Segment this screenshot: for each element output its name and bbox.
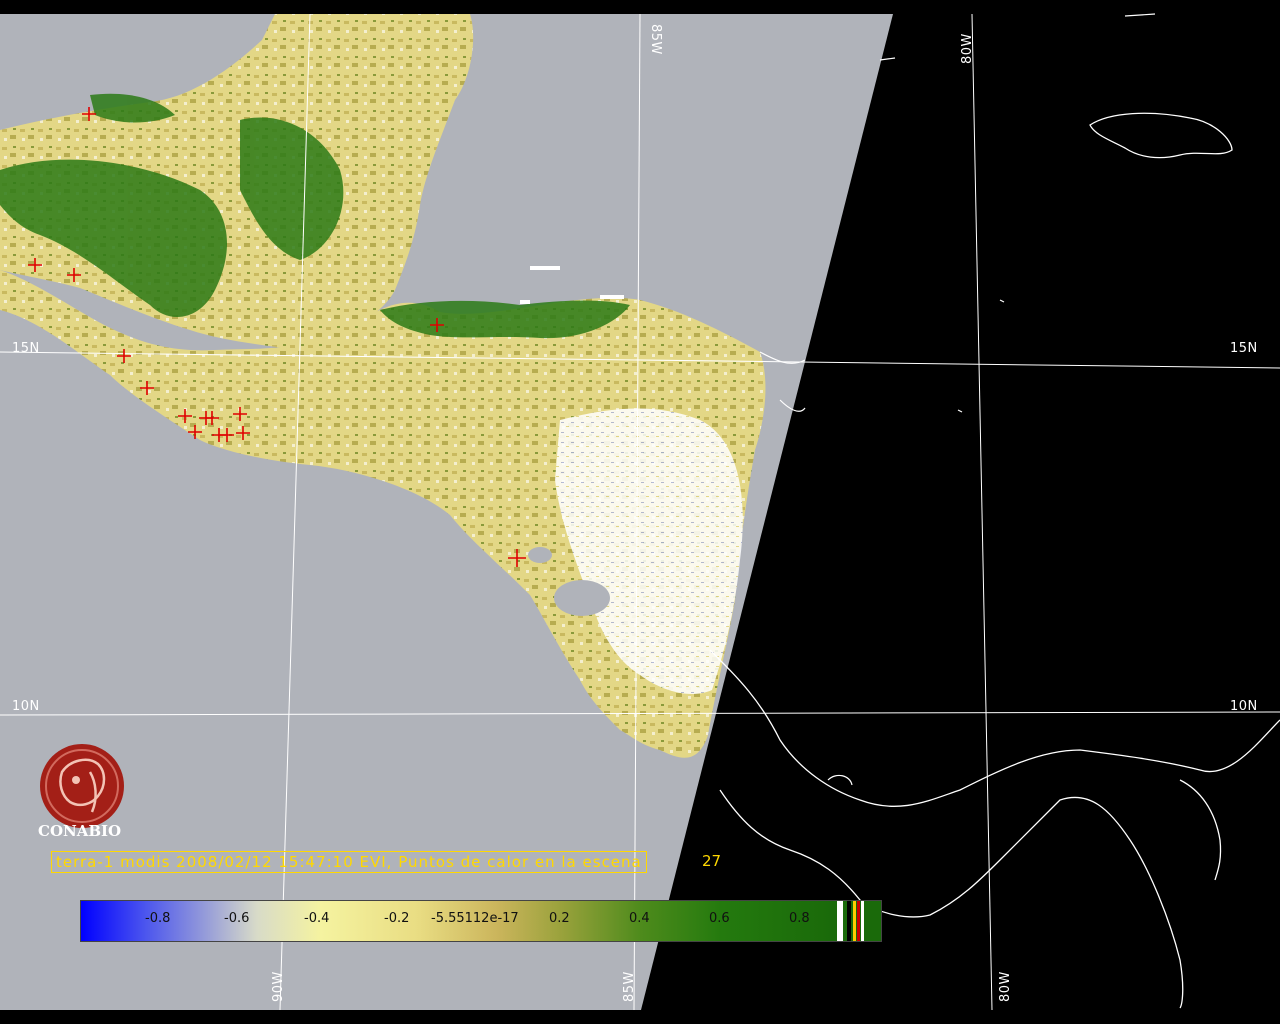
scene-caption: terra-1 modis 2008/02/12 15:47:10 EVI, P…	[51, 851, 647, 873]
lat-label-10n-left: 10N	[12, 699, 40, 714]
conabio-wordmark: CONABIO	[38, 822, 122, 840]
lon-label-90w-bottom: 90W	[271, 971, 286, 1002]
hotspot-count: 27	[702, 852, 722, 870]
colorbar-white-stripe	[837, 901, 843, 941]
lon-label-85w-top: 85W	[648, 24, 663, 55]
colorbar-tick: -0.8	[145, 911, 171, 926]
lat-label-10n-right: 10N	[1230, 699, 1258, 714]
lon-label-80w-bottom: 80W	[998, 971, 1013, 1002]
colorbar-white-stripe-2	[861, 901, 864, 941]
colorbar-tick: 0.4	[629, 911, 650, 926]
lon-label-85w-bottom: 85W	[622, 971, 637, 1002]
colorbar-tick: 0.8	[789, 911, 810, 926]
colorbar-red-stripe	[857, 901, 860, 941]
lat-label-15n-left: 15N	[12, 341, 40, 356]
colorbar-tick: 0.2	[549, 911, 570, 926]
colorbar-black-stripe	[847, 901, 851, 941]
lat-label-15n-right: 15N	[1230, 341, 1258, 356]
colorbar-tick: -0.4	[304, 911, 330, 926]
evi-colorbar: -0.8 -0.6 -0.4 -0.2 -5.55112e-17 0.2 0.4…	[80, 900, 882, 942]
colorbar-tick: -5.55112e-17	[431, 911, 519, 926]
colorbar-tick: -0.2	[384, 911, 410, 926]
lon-label-80w-top: 80W	[960, 33, 975, 64]
colorbar-yellow-stripe	[853, 901, 856, 941]
colorbar-tick: 0.6	[709, 911, 730, 926]
colorbar-tick: -0.6	[224, 911, 250, 926]
